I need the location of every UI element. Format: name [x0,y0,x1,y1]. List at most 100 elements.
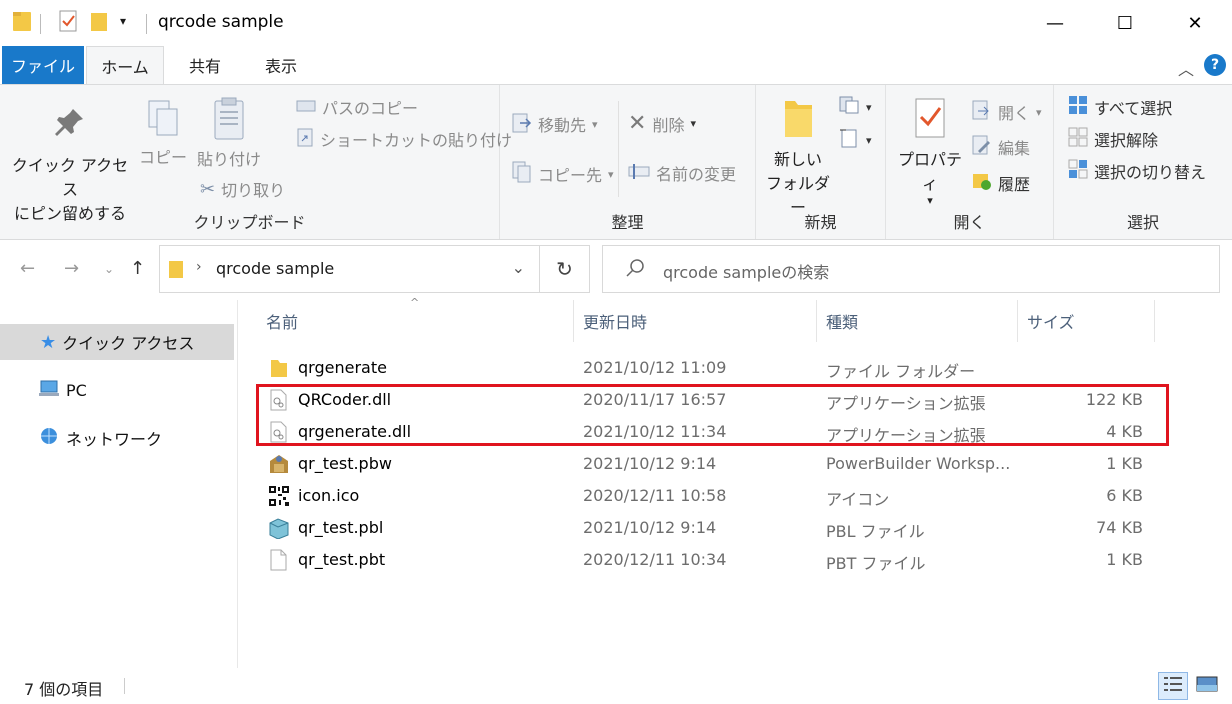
file-date: 2021/10/12 11:09 [583,358,727,377]
select-all-icon [1068,95,1088,119]
group-label-new: 新規 [804,213,837,232]
breadcrumb-current[interactable]: qrcode sample [216,259,334,278]
edit-button[interactable]: 編集 [972,135,1030,159]
new-folder-quick-icon[interactable] [90,10,108,36]
select-all-button[interactable]: すべて選択 [1068,95,1172,119]
ribbon-tabs: ファイル ホーム 共有 表示 ︿ ? [0,46,1232,85]
back-arrow-icon[interactable]: ← [20,258,35,279]
nav-item-network[interactable]: ネットワーク [0,420,234,456]
file-type: PBL ファイル [826,522,925,541]
copy-path-button[interactable]: パスのコピー [296,95,418,119]
blank-file-icon [268,549,290,571]
search-icon [625,258,645,282]
collapse-ribbon-icon[interactable]: ︿ [1178,56,1194,80]
file-name: qr_test.pbt [298,550,386,569]
close-button[interactable]: ✕ [1160,0,1230,46]
file-row[interactable]: icon.ico 2020/12/11 10:58 アイコン 6 KB [258,480,1158,512]
file-type: PBT ファイル [826,554,926,573]
invert-selection-button[interactable]: 選択の切り替え [1068,159,1206,183]
invert-selection-icon [1068,159,1088,183]
customize-qat-icon[interactable]: ▾ [120,14,126,28]
address-bar[interactable]: › qrcode sample ⌄ [159,245,540,293]
tab-file[interactable]: ファイル [2,46,84,84]
tab-home[interactable]: ホーム [86,46,164,85]
file-date: 2020/12/11 10:34 [583,550,727,569]
copy-button[interactable]: コピー [138,99,188,170]
easy-access-icon [838,127,860,153]
move-to-dropdown-icon: ▾ [592,117,598,131]
nav-item-pc[interactable]: PC [0,372,234,408]
item-count: 7 個の項目 [24,680,104,699]
search-placeholder: qrcode sampleの検索 [663,263,830,282]
group-clipboard: クイック アクセス にピン留めする コピー 貼り付け パスのコピー ショートカッ… [0,85,512,239]
open-button[interactable]: 開く ▾ [972,99,1042,125]
new-item-button[interactable]: ▾ [838,95,872,119]
new-item-icon [838,95,860,119]
file-row[interactable]: qrgenerate 2021/10/12 11:09 ファイル フォルダー [258,352,1158,384]
up-arrow-icon[interactable]: ↑ [130,258,145,279]
file-row[interactable]: qr_test.pbw 2021/10/12 9:14 PowerBuilder… [258,448,1158,480]
minimize-button[interactable]: — [1020,0,1090,46]
column-header-name[interactable]: 名前 [258,300,574,342]
paste-button[interactable]: 貼り付け [194,97,264,172]
delete-button[interactable]: ✕ 削除 ▾ [628,111,696,136]
new-folder-button[interactable]: 新しい フォルダー [760,97,836,220]
forward-arrow-icon[interactable]: → [64,258,79,279]
paste-shortcut-button[interactable]: ショートカットの貼り付け [296,127,512,151]
file-date: 2021/10/12 9:14 [583,518,717,537]
highlight-box [256,384,1169,446]
breadcrumb-chevron-icon[interactable]: › [196,259,202,275]
help-icon[interactable]: ? [1204,54,1226,76]
copy-to-button[interactable]: コピー先 ▾ [512,161,614,187]
title-bar: ▾ qrcode sample — ☐ ✕ [0,0,1232,46]
edit-pencil-icon [972,135,992,159]
file-date: 2021/10/12 9:14 [583,454,717,473]
recent-locations-icon[interactable]: ⌄ [104,262,114,276]
qr-ico-icon [268,485,290,507]
group-label-clipboard: クリップボード [193,213,306,232]
properties-button[interactable]: プロパティ ▾ [892,97,968,206]
tab-share[interactable]: 共有 [170,46,240,84]
large-icons-view-icon [1196,675,1218,697]
pbw-icon [268,453,290,475]
refresh-button[interactable]: ↻ [540,245,590,293]
tab-view[interactable]: 表示 [246,46,316,84]
properties-icon [892,97,968,148]
new-item-dropdown-icon: ▾ [866,100,872,114]
file-row[interactable]: qr_test.pbt 2020/12/11 10:34 PBT ファイル 1 … [258,544,1158,576]
file-size: 74 KB [1096,518,1143,537]
column-header-size[interactable]: サイズ [1019,300,1155,342]
history-button[interactable]: 履歴 [972,171,1030,195]
select-none-icon [1068,127,1088,151]
column-header-date[interactable]: 更新日時 [575,300,817,342]
copy-to-dropdown-icon: ▾ [608,167,614,181]
select-none-button[interactable]: 選択解除 [1068,127,1158,151]
file-type: ファイル フォルダー [826,362,976,381]
move-to-icon [512,111,532,137]
rename-button[interactable]: 名前の変更 [628,161,736,185]
group-label-organize: 整理 [611,213,644,232]
network-icon [38,426,60,450]
pin-quick-access-button[interactable]: クイック アクセス にピン留めする [8,105,132,226]
easy-access-button[interactable]: ▾ [838,127,872,153]
move-to-button[interactable]: 移動先 ▾ [512,111,598,137]
folder-icon [268,357,290,379]
address-folder-icon [168,259,184,283]
refresh-icon: ↻ [556,257,573,281]
maximize-button[interactable]: ☐ [1090,0,1160,46]
search-box[interactable]: qrcode sampleの検索 [602,245,1220,293]
file-row[interactable]: qr_test.pbl 2021/10/12 9:14 PBL ファイル 74 … [258,512,1158,544]
large-icons-view-button[interactable] [1192,672,1222,700]
column-header-type[interactable]: 種類 [818,300,1018,342]
details-view-button[interactable] [1158,672,1188,700]
delete-dropdown-icon: ▾ [690,117,696,130]
address-history-dropdown-icon[interactable]: ⌄ [512,258,525,277]
file-type: アイコン [826,490,890,509]
folder-icon [12,10,32,36]
ribbon: クイック アクセス にピン留めする コピー 貼り付け パスのコピー ショートカッ… [0,84,1232,240]
file-name: qrgenerate [298,358,387,377]
properties-quick-icon[interactable] [58,10,78,36]
file-type: PowerBuilder Worksp... [826,454,1011,473]
nav-item-quick-access[interactable]: ★ クイック アクセス [0,324,234,360]
cut-button[interactable]: ✂ 切り取り [200,177,285,201]
